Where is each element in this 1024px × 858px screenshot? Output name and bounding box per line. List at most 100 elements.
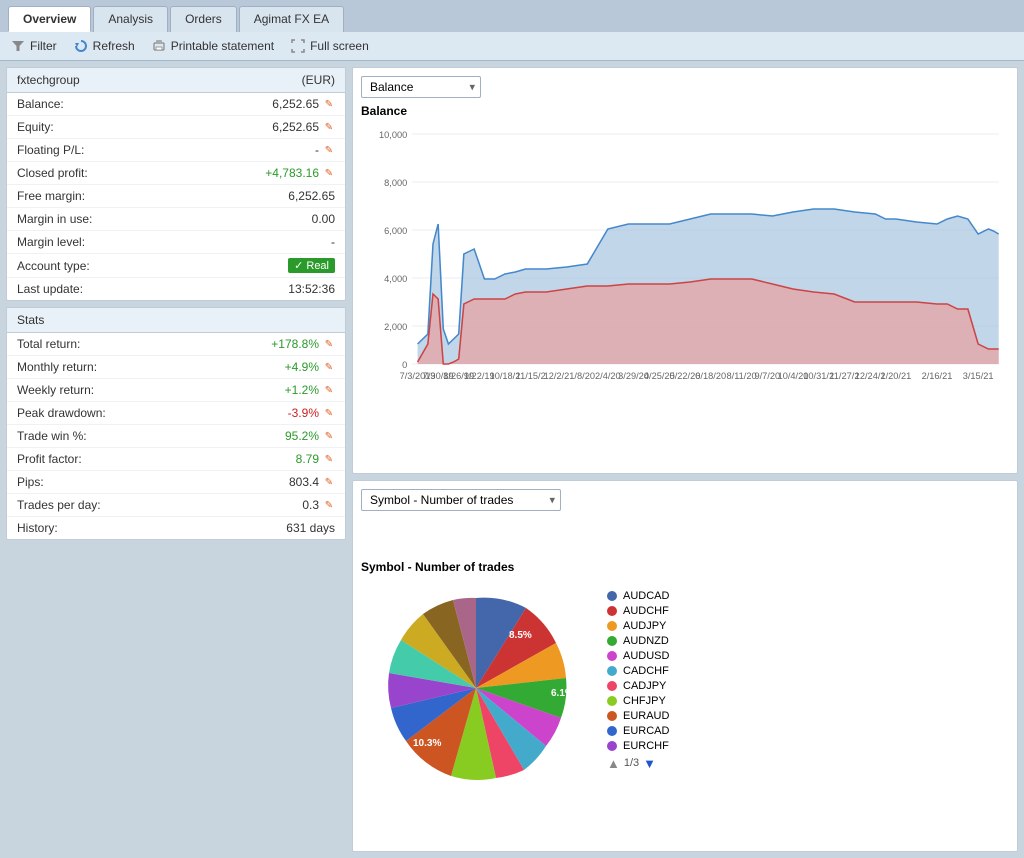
closed-label: Closed profit: (17, 166, 88, 180)
svg-text:8,000: 8,000 (384, 178, 407, 188)
printable-label: Printable statement (171, 39, 274, 53)
tabs-bar: Overview Analysis Orders Agimat FX EA (0, 0, 1024, 32)
totalreturn-value: +178.8% ✎ (271, 337, 335, 351)
tab-overview[interactable]: Overview (8, 6, 91, 32)
fullscreen-icon (290, 38, 306, 54)
prev-page-icon[interactable]: ▲ (607, 756, 620, 771)
toolbar: Filter Refresh Printable statement (0, 32, 1024, 61)
main-content: fxtechgroup (EUR) Balance: 6,252.65 ✎ Eq… (0, 61, 1024, 858)
balance-dropdown[interactable]: Balance (361, 76, 481, 98)
account-row-equity: Equity: 6,252.65 ✎ (7, 116, 345, 139)
legend-item-audusd: AUDUSD (607, 650, 1009, 662)
legend-dot-audcad (607, 591, 617, 601)
legend-item-audnzd: AUDNZD (607, 635, 1009, 647)
equity-edit-icon[interactable]: ✎ (323, 121, 335, 133)
tradesperday-edit-icon[interactable]: ✎ (323, 499, 335, 511)
balance-chart-title: Balance (361, 104, 1009, 118)
legend-dot-chfjpy (607, 696, 617, 706)
svg-text:6.1%: 6.1% (551, 688, 574, 699)
svg-text:2,000: 2,000 (384, 322, 407, 332)
tradewin-edit-icon[interactable]: ✎ (323, 430, 335, 442)
svg-text:6,000: 6,000 (384, 226, 407, 236)
stats-card: Stats Total return: +178.8% ✎ Monthly re… (6, 307, 346, 540)
svg-text:0: 0 (402, 360, 407, 370)
svg-text:10,000: 10,000 (379, 130, 407, 140)
fullscreen-button[interactable]: Full screen (290, 38, 369, 54)
svg-text:1/8/20: 1/8/20 (569, 371, 595, 381)
app-container: Overview Analysis Orders Agimat FX EA Fi… (0, 0, 1024, 858)
account-currency: (EUR) (302, 73, 335, 87)
monthly-label: Monthly return: (17, 360, 97, 374)
pips-edit-icon[interactable]: ✎ (323, 476, 335, 488)
tab-agimat[interactable]: Agimat FX EA (239, 6, 344, 32)
drawdown-edit-icon[interactable]: ✎ (323, 407, 335, 419)
account-row-balance: Balance: 6,252.65 ✎ (7, 93, 345, 116)
floating-label: Floating P/L: (17, 143, 84, 157)
floating-edit-icon[interactable]: ✎ (323, 144, 335, 156)
drawdown-label: Peak drawdown: (17, 406, 106, 420)
tab-analysis[interactable]: Analysis (93, 6, 168, 32)
svg-text:7.3%: 7.3% (439, 780, 462, 791)
tradewin-value: 95.2% ✎ (285, 429, 335, 443)
svg-text:6/18/20: 6/18/20 (695, 371, 726, 381)
closed-edit-icon[interactable]: ✎ (323, 167, 335, 179)
svg-text:8/11/20: 8/11/20 (727, 371, 757, 381)
closed-value: +4,783.16 ✎ (265, 166, 335, 180)
svg-text:10.3%: 10.3% (413, 738, 441, 749)
totalreturn-edit-icon[interactable]: ✎ (323, 338, 335, 350)
svg-text:2/16/21: 2/16/21 (922, 371, 953, 381)
pie-dropdown[interactable]: Symbol - Number of trades (361, 489, 561, 511)
monthly-value: +4.9% ✎ (285, 360, 335, 374)
legend-item-audcad: AUDCAD (607, 590, 1009, 602)
pie-chart-title: Symbol - Number of trades (361, 560, 514, 574)
account-header: fxtechgroup (EUR) (7, 68, 345, 93)
legend-label-eurcad: EURCAD (623, 725, 669, 737)
fullscreen-label: Full screen (310, 39, 369, 53)
legend-label-euraud: EURAUD (623, 710, 669, 722)
printable-button[interactable]: Printable statement (151, 38, 274, 54)
pie-container: 8.5% 6.1% 10.3% 7.3% (361, 578, 591, 801)
floating-value: - ✎ (315, 143, 335, 157)
legend-dot-cadchf (607, 666, 617, 676)
svg-text:1/20/21: 1/20/21 (880, 371, 911, 381)
monthly-edit-icon[interactable]: ✎ (323, 361, 335, 373)
account-row-marginlevel: Margin level: - (7, 231, 345, 254)
legend-item-eurchf: EURCHF (607, 740, 1009, 752)
balance-label: Balance: (17, 97, 64, 111)
pie-svg: 8.5% 6.1% 10.3% 7.3% (361, 578, 591, 798)
tradesperday-value: 0.3 ✎ (302, 498, 335, 512)
lastupdate-value: 13:52:36 (288, 282, 335, 296)
legend-label-audnzd: AUDNZD (623, 635, 669, 647)
balance-edit-icon[interactable]: ✎ (323, 98, 335, 110)
legend-item-eurcad: EURCAD (607, 725, 1009, 737)
accounttype-value: ✓ Real (288, 258, 335, 273)
pie-select-row: Symbol - Number of trades (361, 489, 1009, 511)
refresh-icon (73, 38, 89, 54)
legend-dot-euraud (607, 711, 617, 721)
legend-label-audjpy: AUDJPY (623, 620, 666, 632)
right-panel: Balance Balance 10,000 (352, 67, 1018, 852)
account-body: Balance: 6,252.65 ✎ Equity: 6,252.65 ✎ (7, 93, 345, 300)
profitfactor-edit-icon[interactable]: ✎ (323, 453, 335, 465)
equity-value: 6,252.65 ✎ (272, 120, 335, 134)
stats-title: Stats (17, 313, 44, 327)
refresh-button[interactable]: Refresh (73, 38, 135, 54)
legend-item-euraud: EURAUD (607, 710, 1009, 722)
stats-body: Total return: +178.8% ✎ Monthly return: … (7, 333, 345, 539)
pie-chart-area: Symbol - Number of trades (361, 517, 1009, 843)
stats-row-monthly: Monthly return: +4.9% ✎ (7, 356, 345, 379)
balance-chart-card: Balance Balance 10,000 (352, 67, 1018, 474)
refresh-label: Refresh (93, 39, 135, 53)
account-row-margininuse: Margin in use: 0.00 (7, 208, 345, 231)
next-page-icon[interactable]: ▼ (643, 756, 656, 771)
weekly-edit-icon[interactable]: ✎ (323, 384, 335, 396)
legend-label-eurchf: EURCHF (623, 740, 669, 752)
stats-row-weekly: Weekly return: +1.2% ✎ (7, 379, 345, 402)
tab-orders[interactable]: Orders (170, 6, 237, 32)
filter-button[interactable]: Filter (10, 38, 57, 54)
freemargin-label: Free margin: (17, 189, 85, 203)
print-icon (151, 38, 167, 54)
legend-label-audcad: AUDCAD (623, 590, 669, 602)
pips-label: Pips: (17, 475, 44, 489)
balance-chart-area: 10,000 8,000 6,000 4,000 2,000 0 (361, 124, 1009, 465)
